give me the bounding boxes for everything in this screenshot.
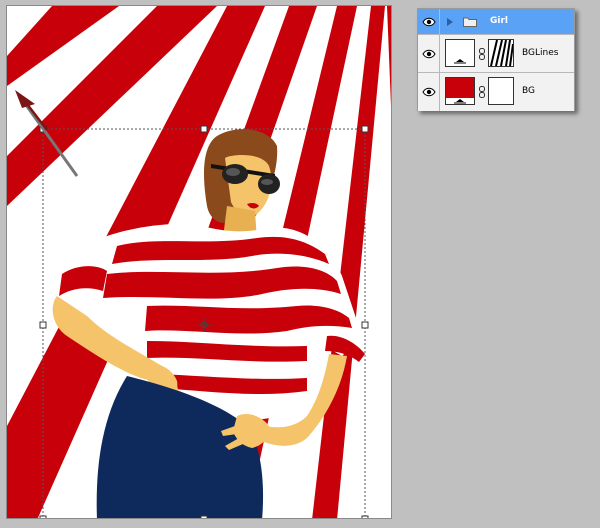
mask-thumbnail[interactable]: [488, 39, 514, 67]
handle-bottom-center[interactable]: [200, 515, 208, 519]
layers-panel: Girl BGLines BG: [417, 8, 575, 111]
thumbnail-preview: [446, 40, 474, 66]
thumbnail-preview: [446, 78, 474, 104]
handle-bottom-right[interactable]: [361, 515, 369, 519]
handle-top-center[interactable]: [200, 125, 208, 133]
visibility-toggle[interactable]: [418, 35, 440, 72]
layer-thumbnail: [445, 39, 475, 67]
layer-thumbnail: [445, 77, 475, 105]
layer-name: BGLines: [522, 48, 559, 58]
eye-icon: [421, 49, 436, 58]
chain-link-icon[interactable]: [479, 48, 485, 60]
layer-name: BG: [522, 86, 535, 96]
visibility-toggle[interactable]: [418, 73, 440, 111]
layer-name: Girl: [490, 16, 508, 26]
document-canvas[interactable]: [6, 5, 392, 519]
handle-middle-right[interactable]: [361, 321, 369, 329]
handle-middle-left[interactable]: [39, 321, 47, 329]
handle-bottom-left[interactable]: [39, 515, 47, 519]
artwork: [7, 6, 391, 519]
visibility-toggle[interactable]: [418, 9, 440, 34]
handle-top-right[interactable]: [361, 125, 369, 133]
layer-row-girl[interactable]: Girl: [418, 9, 574, 35]
girl-illustration: [52, 129, 365, 518]
eye-icon: [421, 17, 436, 26]
mask-thumbnail[interactable]: [488, 77, 514, 105]
folder-icon: [463, 17, 477, 27]
disclosure-triangle-icon[interactable]: [446, 18, 454, 26]
layer-row-bg[interactable]: BG: [418, 73, 574, 111]
layer-row-bglines[interactable]: BGLines: [418, 35, 574, 73]
eye-icon: [421, 87, 436, 97]
mask-preview: [489, 39, 514, 67]
chain-link-icon[interactable]: [479, 86, 485, 98]
